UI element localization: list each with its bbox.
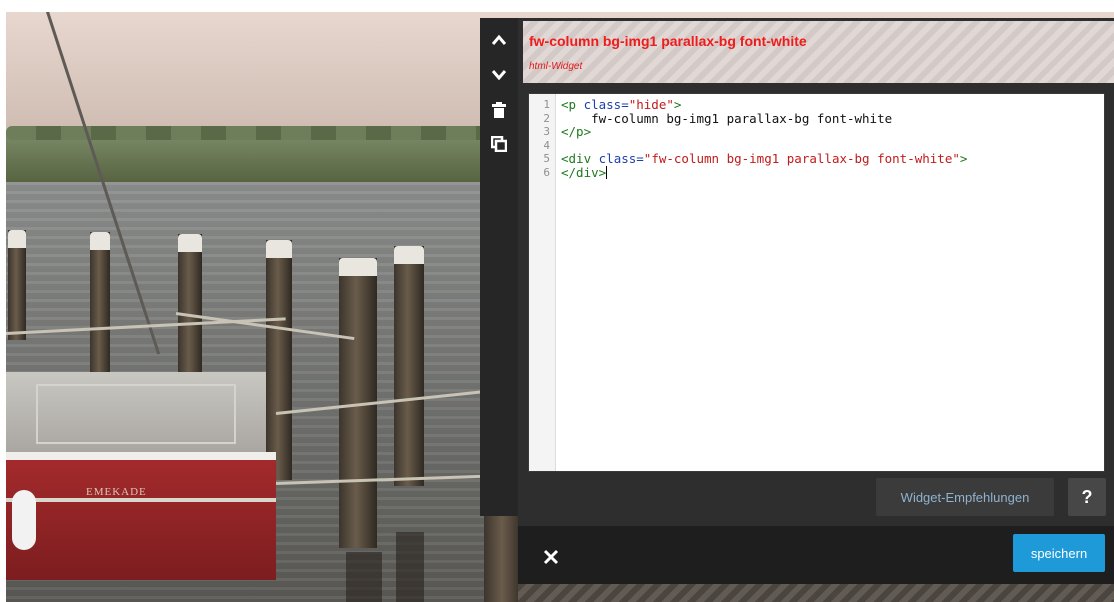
mooring-pole: [266, 240, 292, 480]
line-number: 4: [543, 138, 550, 152]
boat-fender: [12, 490, 36, 550]
move-up-button[interactable]: [480, 24, 518, 56]
delete-button[interactable]: [480, 94, 518, 126]
code-line: </div>: [561, 164, 608, 180]
boat-name: EMEKADE: [86, 486, 147, 498]
help-button[interactable]: ?: [1068, 478, 1106, 516]
code-line: fw-column bg-img1 parallax-bg font-white: [561, 110, 893, 126]
boat-hull: EMEKADE: [6, 452, 276, 580]
chevron-down-icon: [491, 70, 507, 80]
widget-type: html-Widget: [529, 61, 583, 72]
move-down-button[interactable]: [480, 58, 518, 90]
text-caret: [606, 165, 608, 179]
line-number-gutter: 1 2 3 4 5 6: [529, 94, 556, 471]
widget-toolbar: [480, 18, 518, 516]
line-number: 6: [543, 165, 550, 179]
trash-icon: [492, 102, 506, 118]
duplicate-icon: [491, 136, 507, 152]
boat-cabin: [36, 384, 236, 444]
code-editor[interactable]: 1 2 3 4 5 6 <p class="hide"> fw-column b…: [528, 93, 1105, 472]
close-button[interactable]: [540, 546, 562, 568]
panel-footer: speichern: [518, 526, 1114, 584]
code-line: <p class="hide">: [561, 97, 682, 112]
duplicate-button[interactable]: [480, 128, 518, 160]
code-line: <div class="fw-column bg-img1 parallax-b…: [561, 151, 968, 166]
widget-editor-panel: fw-column bg-img1 parallax-bg font-white…: [518, 18, 1114, 584]
mooring-pole: [394, 246, 424, 486]
widget-recommendations-button[interactable]: Widget-Empfehlungen: [876, 478, 1054, 516]
line-number: 5: [543, 152, 550, 165]
line-number: 2: [543, 111, 550, 125]
mooring-pole: [90, 232, 110, 382]
line-number: 3: [543, 125, 550, 138]
line-number: 1: [543, 98, 550, 111]
save-button[interactable]: speichern: [1013, 534, 1105, 572]
mooring-pole: [8, 230, 26, 340]
panel-bottom-strip: [518, 584, 1114, 602]
close-icon: [543, 549, 559, 565]
widget-title: fw-column bg-img1 parallax-bg font-white: [529, 33, 807, 49]
panel-header: fw-column bg-img1 parallax-bg font-white…: [523, 21, 1114, 83]
chevron-up-icon: [491, 34, 507, 45]
code-line: </p>: [561, 124, 592, 139]
